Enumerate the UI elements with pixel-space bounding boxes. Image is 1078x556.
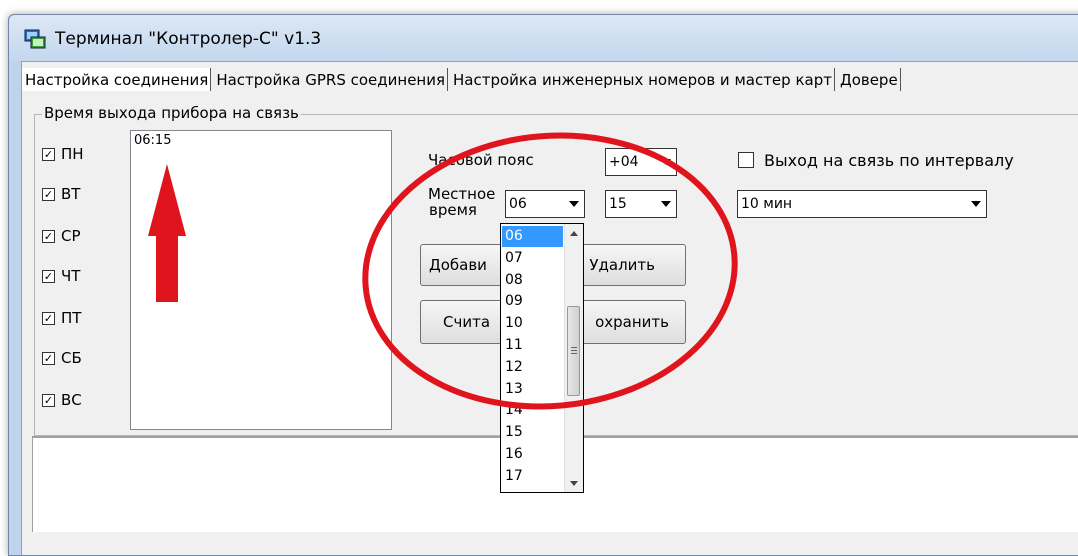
dropdown-option[interactable]: 11 — [502, 335, 563, 356]
chevron-down-icon[interactable] — [658, 196, 674, 212]
day-checkbox-sun[interactable]: ✓ ВС — [42, 390, 82, 410]
check-icon: ✓ — [42, 311, 55, 325]
time-list-item[interactable]: 06:15 — [134, 133, 171, 148]
time-list[interactable]: 06:15 — [130, 130, 392, 430]
dropdown-option[interactable]: 12 — [502, 357, 563, 378]
interval-select[interactable]: 10 мин — [737, 190, 987, 218]
scroll-down-icon[interactable] — [565, 474, 583, 492]
checkbox-icon: ✓ — [738, 152, 754, 168]
day-checkbox-wed[interactable]: ✓ СР — [42, 226, 81, 246]
title-bar[interactable]: Терминал "Контролер-С" v1.3 — [9, 15, 1078, 61]
chevron-down-icon[interactable] — [566, 196, 582, 212]
save-button[interactable]: охранить — [595, 313, 669, 331]
day-checkbox-mon[interactable]: ✓ ПН — [42, 144, 84, 164]
schedule-group-title: Время выхода прибора на связь — [42, 104, 301, 122]
hour-dropdown-list[interactable]: 06 07 08 09 10 11 12 13 14 15 16 17 — [500, 223, 584, 493]
dropdown-option[interactable]: 14 — [502, 400, 563, 421]
dropdown-option[interactable]: 07 — [502, 248, 563, 269]
day-checkbox-fri[interactable]: ✓ ПТ — [42, 308, 81, 328]
chevron-down-icon[interactable] — [658, 154, 674, 170]
check-icon: ✓ — [42, 229, 55, 243]
dropdown-scrollbar[interactable] — [564, 224, 583, 492]
chevron-down-icon[interactable] — [968, 196, 984, 212]
day-checkbox-thu[interactable]: ✓ ЧТ — [42, 266, 80, 286]
tab-trusted[interactable]: Довере — [837, 68, 901, 91]
window-title: Терминал "Контролер-С" v1.3 — [55, 29, 322, 49]
dropdown-option[interactable]: 06 — [502, 226, 563, 247]
check-icon: ✓ — [42, 393, 55, 407]
day-checkbox-tue[interactable]: ✓ ВТ — [42, 184, 80, 204]
tab-strip: Настройка соединения Настройка GPRS соеди… — [22, 68, 903, 92]
interval-checkbox[interactable]: ✓Выход на связь по интервалу — [738, 150, 1014, 170]
tab-gprs-settings[interactable]: Настройка GPRS соединения — [213, 68, 449, 91]
scroll-up-icon[interactable] — [565, 224, 583, 242]
dropdown-option[interactable]: 08 — [502, 270, 563, 291]
day-checkbox-sat[interactable]: ✓ СБ — [42, 348, 82, 368]
check-icon: ✓ — [42, 351, 55, 365]
terminal-app-icon — [24, 29, 46, 49]
check-icon: ✓ — [42, 147, 55, 161]
timezone-select[interactable]: +04 — [605, 148, 677, 176]
dropdown-option[interactable]: 17 — [502, 466, 563, 487]
hour-select[interactable]: 06 — [505, 190, 585, 218]
delete-button[interactable]: Удалить — [589, 256, 655, 274]
minute-select[interactable]: 15 — [605, 190, 677, 218]
dropdown-option[interactable]: 15 — [502, 422, 563, 443]
check-icon: ✓ — [42, 187, 55, 201]
check-icon: ✓ — [42, 269, 55, 283]
local-time-label: Местное время — [428, 185, 496, 219]
timezone-label: Часовой пояс — [428, 151, 534, 169]
dropdown-option[interactable]: 13 — [502, 379, 563, 400]
dropdown-option[interactable]: 09 — [502, 291, 563, 312]
dropdown-option[interactable]: 16 — [502, 444, 563, 465]
tab-connection-settings[interactable]: Настройка соединения — [22, 68, 212, 91]
dropdown-option[interactable]: 10 — [502, 313, 563, 334]
tab-engineer-numbers[interactable]: Настройка инженерных номеров и мастер ка… — [450, 68, 835, 91]
scroll-thumb[interactable] — [567, 306, 580, 396]
